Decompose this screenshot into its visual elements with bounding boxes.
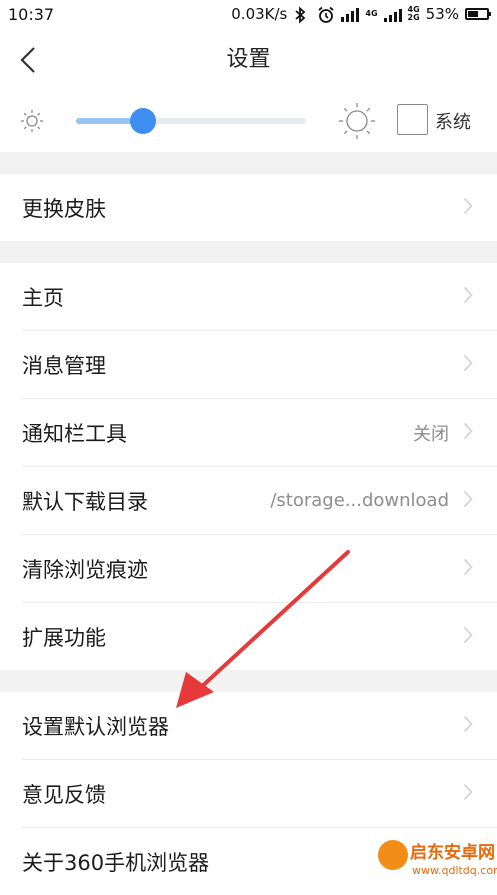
watermark-logo-icon bbox=[378, 840, 408, 870]
settings-item-label: 通知栏工具 bbox=[22, 421, 127, 446]
settings-item-notification-tools[interactable]: 通知栏工具 关闭 bbox=[0, 399, 497, 466]
page-title: 设置 bbox=[226, 47, 271, 72]
back-button[interactable] bbox=[8, 38, 48, 82]
network-type-2: 4G 2G bbox=[408, 6, 420, 22]
settings-item-label: 意见反馈 bbox=[22, 782, 106, 807]
settings-item-download-directory[interactable]: 默认下载目录 /storage...download bbox=[0, 467, 497, 534]
watermark-subtitle: www.qdltdq.com bbox=[412, 864, 497, 877]
section-gap bbox=[0, 152, 497, 174]
chevron-left-icon bbox=[20, 47, 35, 73]
title-bar: 设置 bbox=[0, 28, 497, 92]
section-gap bbox=[0, 670, 497, 692]
settings-item-feedback[interactable]: 意见反馈 bbox=[0, 760, 497, 827]
settings-item-clear-history[interactable]: 清除浏览痕迹 bbox=[0, 535, 497, 602]
settings-item-homepage[interactable]: 主页 bbox=[0, 263, 497, 330]
status-bar: 10:37 0.03K/s 4G 4G 2G 53% bbox=[0, 0, 497, 28]
settings-item-label: 扩展功能 bbox=[22, 625, 106, 650]
settings-item-value: 关闭 bbox=[413, 423, 449, 445]
network-type-3-label: 2G bbox=[407, 13, 420, 22]
chevron-right-icon bbox=[463, 354, 473, 376]
signal-icon bbox=[341, 6, 360, 22]
battery-fill bbox=[468, 11, 478, 17]
chevron-right-icon bbox=[463, 626, 473, 648]
system-brightness-checkbox[interactable] bbox=[397, 104, 428, 135]
chevron-right-icon bbox=[463, 286, 473, 308]
settings-item-label: 默认下载目录 bbox=[22, 489, 148, 514]
brightness-slider[interactable] bbox=[76, 108, 306, 134]
network-type-1-label: 4G bbox=[365, 9, 378, 18]
chevron-right-icon bbox=[463, 783, 473, 805]
settings-item-label: 关于360手机浏览器 bbox=[22, 850, 210, 875]
sun-small-icon bbox=[20, 109, 44, 137]
chevron-right-icon bbox=[463, 558, 473, 580]
status-time: 10:37 bbox=[8, 4, 55, 24]
bluetooth-icon bbox=[293, 6, 311, 24]
brightness-control: 系统 bbox=[0, 92, 497, 150]
settings-item-label: 主页 bbox=[22, 285, 64, 310]
system-brightness-label: 系统 bbox=[435, 112, 471, 133]
chevron-right-icon bbox=[463, 422, 473, 444]
settings-item-skin[interactable]: 更换皮肤 bbox=[0, 174, 497, 241]
settings-item-value: /storage...download bbox=[270, 490, 449, 511]
settings-item-extensions[interactable]: 扩展功能 bbox=[0, 603, 497, 670]
battery-percent: 53% bbox=[425, 5, 459, 23]
settings-item-default-browser[interactable]: 设置默认浏览器 bbox=[0, 692, 497, 759]
settings-item-label: 清除浏览痕迹 bbox=[22, 557, 148, 582]
watermark-title: 启东安卓网 bbox=[410, 843, 495, 863]
battery-icon bbox=[465, 8, 491, 20]
brightness-slider-thumb[interactable] bbox=[129, 108, 156, 134]
chevron-right-icon bbox=[463, 490, 473, 512]
chevron-right-icon bbox=[463, 715, 473, 737]
settings-item-label: 更换皮肤 bbox=[22, 196, 106, 221]
status-right: 0.03K/s 4G 4G 2G 53% bbox=[231, 5, 491, 24]
sun-large-icon bbox=[338, 102, 376, 144]
signal-icon-2 bbox=[383, 6, 402, 22]
settings-item-messages[interactable]: 消息管理 bbox=[0, 331, 497, 398]
alarm-icon bbox=[317, 6, 335, 23]
settings-item-label: 设置默认浏览器 bbox=[22, 714, 169, 739]
chevron-right-icon bbox=[463, 197, 473, 219]
network-speed: 0.03K/s bbox=[231, 5, 288, 23]
settings-item-label: 消息管理 bbox=[22, 353, 106, 378]
watermark: 启东安卓网 www.qdltdq.com bbox=[374, 832, 497, 895]
section-gap bbox=[0, 241, 497, 263]
network-type-1: 4G bbox=[365, 10, 377, 18]
